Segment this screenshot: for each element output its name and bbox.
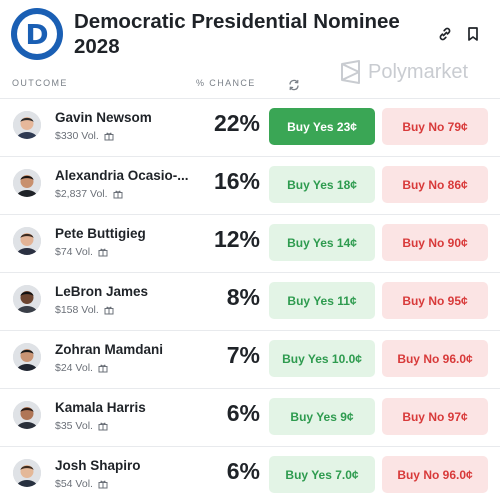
candidate-avatar <box>13 285 41 313</box>
candidate-name[interactable]: Kamala Harris <box>55 400 190 415</box>
gift-icon <box>104 306 114 315</box>
democratic-party-logo: D <box>11 8 63 60</box>
polymarket-logo-icon <box>341 60 360 84</box>
buy-no-button[interactable]: Buy No 97¢ <box>382 398 488 435</box>
volume-text: $54 Vol. <box>55 478 93 490</box>
buy-no-button[interactable]: Buy No 96.0¢ <box>382 340 488 377</box>
chance-percent: 7% <box>226 342 260 368</box>
bookmark-icon[interactable] <box>464 25 482 43</box>
candidate-avatar <box>13 111 41 139</box>
candidate-name[interactable]: Josh Shapiro <box>55 458 190 473</box>
watermark-text: Polymarket <box>368 60 469 83</box>
candidate-avatar <box>13 169 41 197</box>
polymarket-watermark: Polymarket <box>340 60 468 84</box>
column-header-chance: % CHANCE <box>196 78 256 88</box>
volume-info: $54 Vol. <box>55 478 108 490</box>
volume-info: $2,837 Vol. <box>55 188 123 200</box>
buy-yes-button[interactable]: Buy Yes 11¢ <box>269 282 375 319</box>
buy-yes-button[interactable]: Buy Yes 18¢ <box>269 166 375 203</box>
outcome-row[interactable]: Gavin Newsom $330 Vol. 22% Buy Yes 23¢ Buy N… <box>0 98 500 156</box>
chance-percent: 12% <box>213 226 260 252</box>
buy-yes-button[interactable]: Buy Yes 9¢ <box>269 398 375 435</box>
gift-icon <box>104 132 114 141</box>
candidate-name[interactable]: LeBron James <box>55 284 190 299</box>
gift-icon <box>98 364 108 373</box>
candidate-name[interactable]: Pete Buttigieg <box>55 226 190 241</box>
buy-no-button[interactable]: Buy No 86¢ <box>382 166 488 203</box>
column-header-outcome: OUTCOME <box>12 78 68 88</box>
volume-info: $158 Vol. <box>55 304 114 316</box>
buy-no-button[interactable]: Buy No 79¢ <box>382 108 488 145</box>
chance-percent: 16% <box>213 168 260 194</box>
candidate-avatar <box>13 343 41 371</box>
buy-no-button[interactable]: Buy No 96.0¢ <box>382 456 488 493</box>
candidate-avatar <box>13 459 41 487</box>
gift-icon <box>98 248 108 257</box>
gift-icon <box>113 190 123 199</box>
outcome-row[interactable]: Zohran Mamdani $24 Vol. 7% Buy Yes 10.0¢ Buy… <box>0 330 500 388</box>
volume-info: $330 Vol. <box>55 130 114 142</box>
outcome-row[interactable]: Alexandria Ocasio-... $2,837 Vol. 16% Buy Y… <box>0 156 500 214</box>
volume-text: $330 Vol. <box>55 130 99 142</box>
refresh-icon[interactable] <box>288 78 301 91</box>
gift-icon <box>98 422 108 431</box>
volume-info: $74 Vol. <box>55 246 108 258</box>
candidate-name[interactable]: Alexandria Ocasio-... <box>55 168 190 183</box>
link-icon[interactable] <box>436 25 454 43</box>
chance-percent: 8% <box>226 284 260 310</box>
candidate-avatar <box>13 401 41 429</box>
outcome-row[interactable]: Josh Shapiro $54 Vol. 6% Buy Yes 7.0¢ Buy No… <box>0 446 500 500</box>
buy-yes-button[interactable]: Buy Yes 7.0¢ <box>269 456 375 493</box>
gift-icon <box>98 480 108 489</box>
outcome-row[interactable]: Pete Buttigieg $74 Vol. 12% Buy Yes 14¢ Buy … <box>0 214 500 272</box>
outcome-row[interactable]: Kamala Harris $35 Vol. 6% Buy Yes 9¢ Buy No … <box>0 388 500 446</box>
volume-info: $24 Vol. <box>55 362 108 374</box>
market-title: Democratic Presidential Nominee 2028 <box>74 10 400 58</box>
logo-letter: D <box>25 17 49 51</box>
candidate-name[interactable]: Zohran Mamdani <box>55 342 190 357</box>
buy-no-button[interactable]: Buy No 90¢ <box>382 224 488 261</box>
buy-yes-button[interactable]: Buy Yes 10.0¢ <box>269 340 375 377</box>
chance-percent: 6% <box>226 458 260 484</box>
buy-yes-button[interactable]: Buy Yes 14¢ <box>269 224 375 261</box>
volume-text: $74 Vol. <box>55 246 93 258</box>
outcome-row[interactable]: LeBron James $158 Vol. 8% Buy Yes 11¢ Buy No… <box>0 272 500 330</box>
buy-yes-button[interactable]: Buy Yes 23¢ <box>269 108 375 145</box>
volume-text: $158 Vol. <box>55 304 99 316</box>
volume-text: $2,837 Vol. <box>55 188 108 200</box>
volume-info: $35 Vol. <box>55 420 108 432</box>
chance-percent: 22% <box>213 110 260 136</box>
chance-percent: 6% <box>226 400 260 426</box>
candidate-name[interactable]: Gavin Newsom <box>55 110 190 125</box>
volume-text: $35 Vol. <box>55 420 93 432</box>
buy-no-button[interactable]: Buy No 95¢ <box>382 282 488 319</box>
candidate-avatar <box>13 227 41 255</box>
volume-text: $24 Vol. <box>55 362 93 374</box>
